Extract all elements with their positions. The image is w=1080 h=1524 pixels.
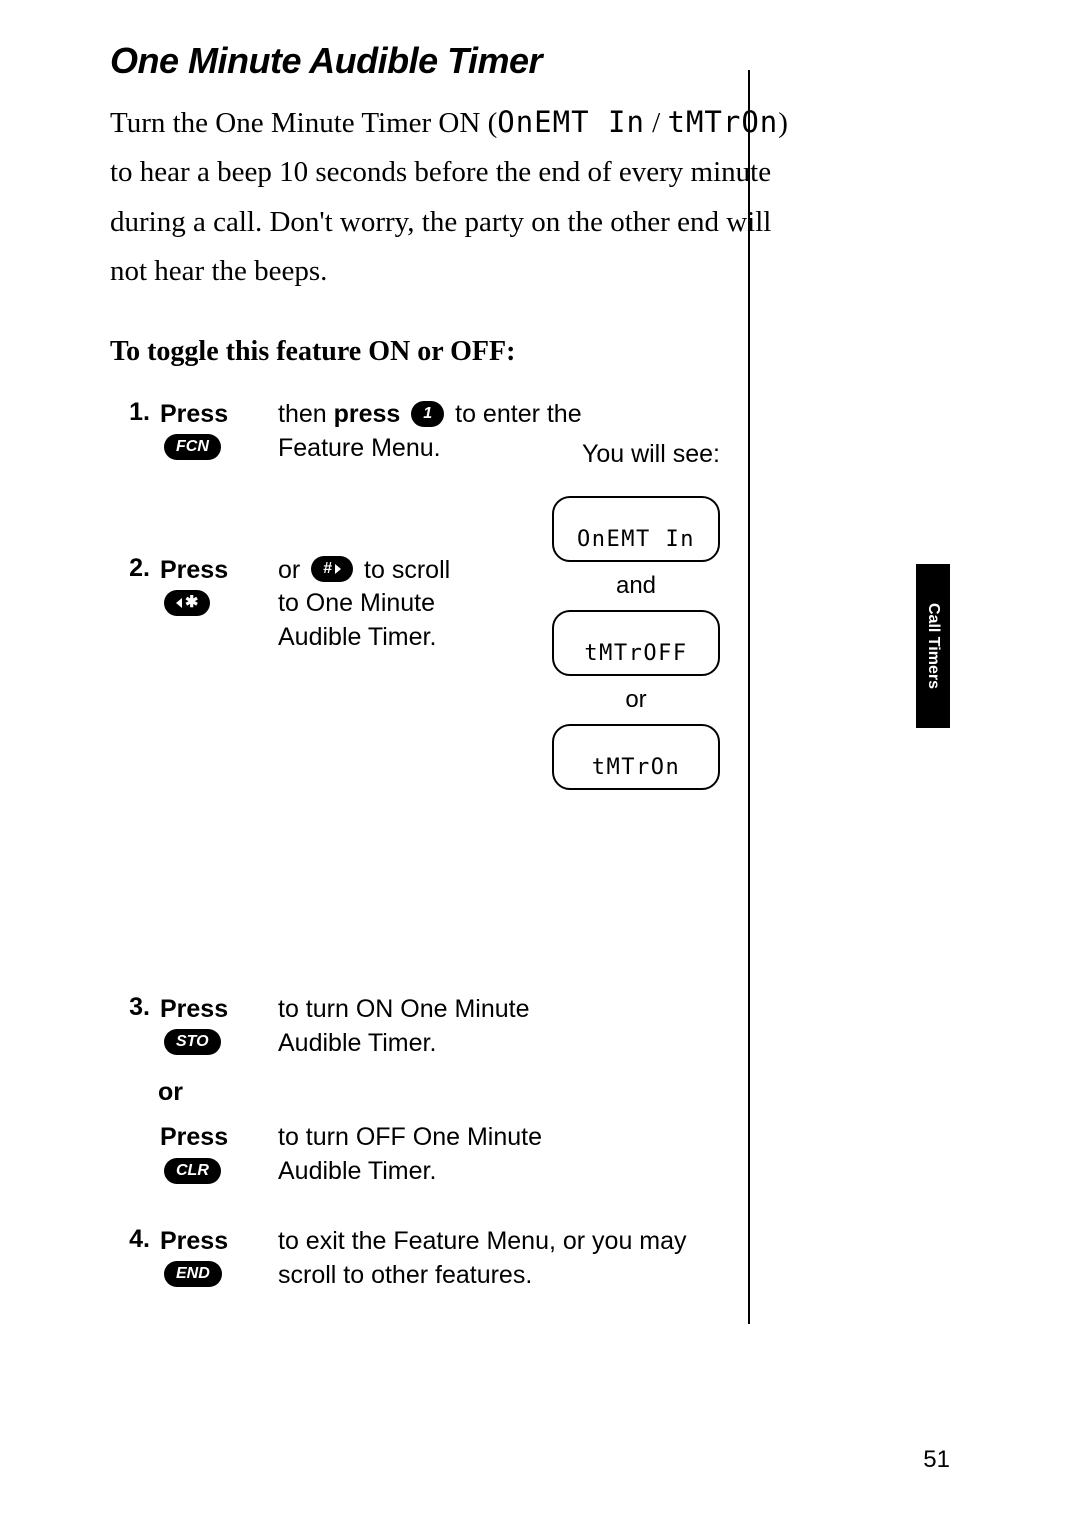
display-preview-stack: OnEMT In and tMTrOFF or tMTrOn [552, 486, 720, 800]
intro-paragraph: Turn the One Minute Timer ON (OnEMT In /… [110, 98, 800, 296]
step3b-tail: to turn OFF One Minute [278, 1123, 542, 1151]
step3b-line2: Audible Timer. [278, 1157, 436, 1185]
press-label: Press [160, 1225, 232, 1259]
step1-line2: Feature Menu. [278, 434, 441, 462]
lcd-display-2: tMTrOFF [552, 610, 720, 676]
step-3b: Press CLR to turn OFF One Minute Audible… [110, 1121, 960, 1189]
press-label: Press [160, 1121, 232, 1155]
intro-text: Turn the One Minute Timer ON ( [110, 107, 497, 139]
one-key-icon: 1 [411, 401, 444, 427]
and-label: and [552, 572, 720, 600]
step-number: 2. [110, 554, 160, 583]
lcd-display-3: tMTrOn [552, 724, 720, 790]
press-bold: press [334, 400, 401, 428]
press-label: Press [160, 554, 232, 588]
then-text: then [278, 400, 334, 428]
step4-tail: to exit the Feature Menu, or you may [278, 1227, 687, 1255]
page-number: 51 [923, 1446, 950, 1474]
intro-display-code-1: OnEMT In [497, 105, 645, 139]
steps-list: 1. Press FCN then press 1 to enter the F… [110, 398, 960, 1292]
section-tab-label: Call Timers [924, 603, 942, 689]
step3-line2: Audible Timer. [278, 1029, 436, 1057]
step-4: 4. Press END to exit the Feature Menu, o… [110, 1225, 960, 1293]
fcn-key-icon: FCN [164, 434, 221, 460]
hash-right-key-icon: # [311, 556, 353, 582]
or-label: or [552, 686, 720, 714]
section-tab: Call Timers [916, 564, 950, 728]
step-number: 4. [110, 1225, 160, 1254]
or-text: or [278, 556, 307, 584]
star-left-key-icon: ✱ [164, 590, 210, 616]
toggle-subheading: To toggle this feature ON or OFF: [110, 336, 960, 368]
step-number: 1. [110, 398, 160, 427]
intro-display-code-2: tMTrOn [667, 105, 778, 139]
step3-tail: to turn ON One Minute [278, 995, 530, 1023]
page-title: One Minute Audible Timer [110, 40, 960, 82]
clr-key-icon: CLR [164, 1158, 221, 1184]
step-number: 3. [110, 993, 160, 1022]
step2-line2: to One Minute [278, 589, 435, 617]
step4-line2: scroll to other features. [278, 1261, 532, 1289]
press-label: Press [160, 993, 232, 1027]
step1-tail: to enter the [455, 400, 581, 428]
step2-line3: Audible Timer. [278, 623, 436, 651]
step-3: 3. Press STO to turn ON One Minute Audib… [110, 993, 960, 1061]
step-2: 2. Press ✱ or # to scroll to One Minute … [110, 554, 960, 655]
intro-mid: / [645, 107, 668, 139]
step-1: 1. Press FCN then press 1 to enter the F… [110, 398, 960, 466]
or-divider: or [158, 1078, 960, 1107]
step2-tail: to scroll [364, 556, 450, 584]
lcd-display-1: OnEMT In [552, 496, 720, 562]
press-label: Press [160, 398, 232, 432]
you-will-see-label: You will see: [582, 440, 720, 469]
sto-key-icon: STO [164, 1029, 221, 1055]
end-key-icon: END [164, 1261, 222, 1287]
vertical-divider [748, 70, 750, 1324]
